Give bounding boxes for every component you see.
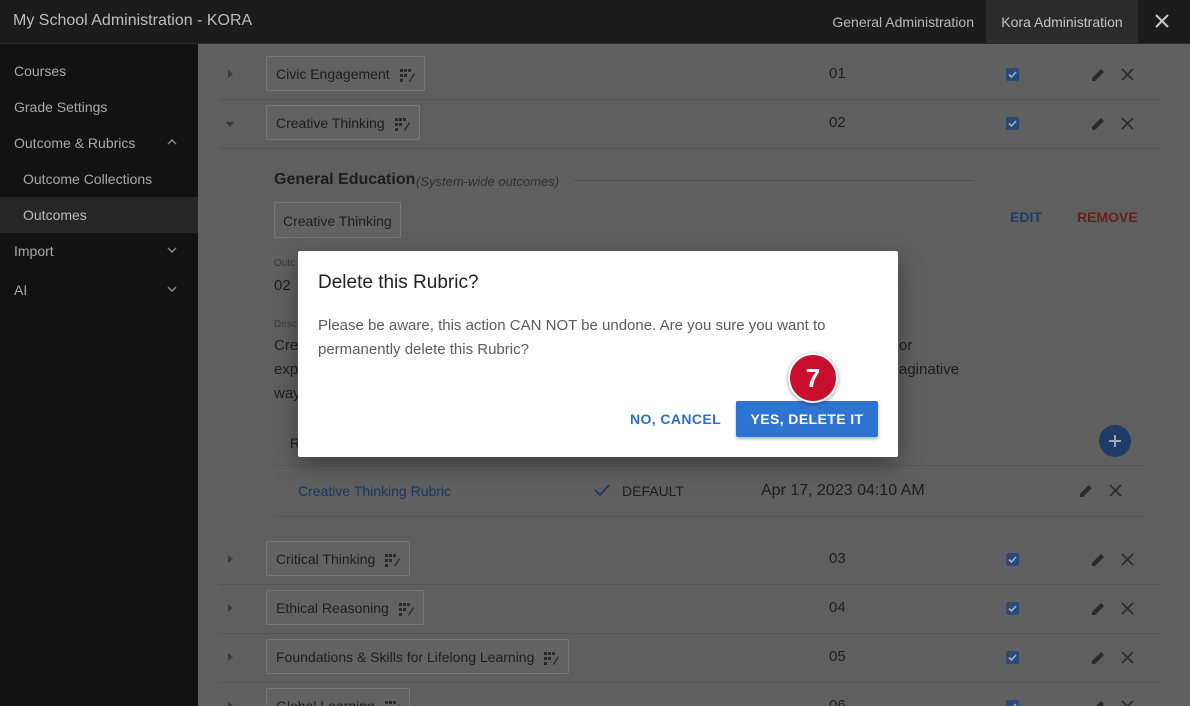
edit-icon[interactable]: [1089, 698, 1107, 706]
outcome-code-value: 02: [274, 277, 291, 294]
outcome-code: 05: [829, 648, 846, 665]
outcome-code: 03: [829, 550, 846, 567]
nav-kora-administration[interactable]: Kora Administration: [986, 0, 1138, 44]
description-line: or: [899, 337, 913, 354]
outcome-chip[interactable]: Civic Engagement: [266, 56, 425, 91]
outcome-chip[interactable]: Creative Thinking: [266, 105, 420, 140]
dialog-title: Delete this Rubric?: [318, 272, 479, 293]
sidebar-item-import[interactable]: Import: [0, 233, 198, 269]
description-line: Cre: [274, 337, 299, 354]
chevron-up-icon: [167, 138, 177, 145]
chevron-down-icon: [167, 286, 177, 293]
add-rubric-button[interactable]: [1099, 425, 1131, 457]
outcome-code-label: Outc: [274, 258, 296, 269]
active-checkbox[interactable]: [1006, 700, 1019, 706]
close-icon[interactable]: [1121, 68, 1134, 81]
description-label: Desc: [274, 319, 297, 330]
close-icon[interactable]: [1121, 700, 1134, 706]
outcome-code: 04: [829, 599, 846, 616]
default-label: DEFAULT: [622, 483, 684, 499]
table-row[interactable]: Creative Thinking 02: [219, 99, 1163, 149]
close-icon[interactable]: [1152, 11, 1172, 31]
close-icon[interactable]: [1121, 553, 1134, 566]
close-icon[interactable]: [1121, 602, 1134, 615]
nav-general-administration[interactable]: General Administration: [832, 0, 974, 44]
sidebar-item-outcomes[interactable]: Outcomes: [0, 197, 198, 233]
edit-icon[interactable]: [1089, 551, 1107, 569]
close-icon[interactable]: [1121, 117, 1134, 130]
close-icon[interactable]: [1121, 651, 1134, 664]
rubric-name-link[interactable]: Creative Thinking Rubric: [298, 483, 451, 499]
close-icon[interactable]: [1109, 484, 1122, 497]
active-checkbox[interactable]: [1006, 68, 1019, 81]
step-badge: 7: [788, 353, 838, 403]
table-row[interactable]: Civic Engagement 01: [219, 50, 1163, 100]
edit-icon[interactable]: [1089, 115, 1107, 133]
dialog-message: Please be aware, this action CAN NOT be …: [318, 317, 826, 358]
rubric-icon: [399, 68, 415, 82]
outcome-chip[interactable]: Ethical Reasoning: [266, 590, 424, 625]
rubric-icon: [385, 553, 401, 567]
table-row[interactable]: Global Learning 06: [219, 682, 1163, 706]
edit-icon[interactable]: [1089, 600, 1107, 618]
edit-icon[interactable]: [1089, 649, 1107, 667]
outcome-code: 02: [829, 114, 846, 131]
sidebar-item-courses[interactable]: Courses: [0, 53, 198, 89]
sidebar-item-grade-settings[interactable]: Grade Settings: [0, 89, 198, 125]
table-row[interactable]: Ethical Reasoning 04: [219, 584, 1163, 634]
edit-icon[interactable]: [1089, 66, 1107, 84]
edit-icon[interactable]: [1077, 482, 1095, 500]
confirm-delete-button[interactable]: YES, DELETE IT: [736, 401, 878, 437]
outcome-chip[interactable]: Foundations & Skills for Lifelong Learni…: [266, 639, 570, 674]
top-bar: My School Administration - KORA General …: [0, 0, 1190, 44]
description-line: way: [274, 385, 301, 402]
expand-caret-icon[interactable]: [228, 70, 233, 78]
expand-caret-icon[interactable]: [228, 702, 233, 706]
sidebar-item-outcome-collections[interactable]: Outcome Collections: [0, 161, 198, 197]
outcome-chip[interactable]: Critical Thinking: [266, 541, 411, 576]
expand-caret-icon[interactable]: [228, 555, 233, 563]
active-checkbox[interactable]: [1006, 602, 1019, 615]
remove-link[interactable]: REMOVE: [1077, 209, 1138, 225]
sidebar-item-ai[interactable]: AI: [0, 272, 198, 308]
rubric-icon: [384, 700, 400, 706]
check-icon: [594, 484, 610, 497]
chevron-down-icon: [167, 247, 177, 254]
plus-icon: [1109, 435, 1121, 447]
expand-caret-icon[interactable]: [228, 653, 233, 661]
description-line: aginative: [899, 361, 960, 378]
app-title: My School Administration - KORA: [13, 12, 253, 29]
rubric-row[interactable]: Creative Thinking Rubric DEFAULT Apr 17,…: [274, 465, 1147, 517]
active-checkbox[interactable]: [1006, 651, 1019, 664]
rubric-icon: [544, 651, 560, 665]
table-row[interactable]: Foundations & Skills for Lifelong Learni…: [219, 633, 1163, 683]
outcome-code: 01: [829, 65, 846, 82]
table-row[interactable]: Critical Thinking 03: [219, 535, 1163, 585]
sidebar-item-outcome-rubrics[interactable]: Outcome & Rubrics: [0, 125, 198, 161]
group-title: General Education: [274, 171, 416, 188]
cancel-button[interactable]: NO, CANCEL: [622, 401, 729, 437]
active-checkbox[interactable]: [1006, 553, 1019, 566]
group-subtitle: (System-wide outcomes): [416, 174, 560, 189]
sidebar: Courses Grade Settings Outcome & Rubrics…: [0, 44, 198, 706]
description-line: exp: [274, 361, 299, 378]
edit-link[interactable]: EDIT: [1010, 209, 1042, 225]
outcome-chip[interactable]: Creative Thinking: [274, 202, 401, 238]
expand-caret-icon[interactable]: [228, 604, 233, 612]
divider: [574, 180, 974, 181]
rubric-date: Apr 17, 2023 04:10 AM: [761, 482, 925, 499]
outcome-code: 06: [829, 697, 846, 706]
rubric-icon: [398, 602, 414, 616]
rubric-icon: [394, 117, 410, 131]
collapse-caret-icon[interactable]: [226, 122, 234, 127]
outcome-chip[interactable]: Global Learning: [266, 688, 410, 706]
active-checkbox[interactable]: [1006, 117, 1019, 130]
